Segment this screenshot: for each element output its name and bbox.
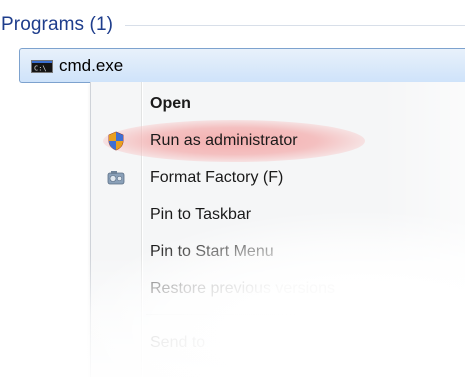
context-menu: Open Run as administrator Format Factory… bbox=[90, 82, 465, 377]
menu-item-send-to[interactable]: Send to bbox=[91, 325, 465, 362]
programs-section-header: Programs (1) bbox=[0, 12, 465, 38]
menu-item-label: Pin to Start Menu bbox=[150, 243, 274, 260]
menu-item-format-factory[interactable]: Format Factory (F) bbox=[91, 160, 465, 197]
menu-item-open[interactable]: Open bbox=[91, 86, 465, 123]
section-divider bbox=[125, 24, 465, 26]
cmd-console-icon: C:\ bbox=[31, 60, 53, 73]
svg-text:C:\: C:\ bbox=[34, 65, 47, 73]
menu-item-label: Restore previous versions bbox=[150, 280, 335, 297]
menu-item-label: Send to bbox=[150, 334, 206, 351]
menu-item-label: Open bbox=[150, 95, 191, 112]
menu-item-label: Pin to Taskbar bbox=[150, 206, 252, 223]
menu-separator bbox=[146, 314, 465, 315]
search-result-label: cmd.exe bbox=[59, 56, 124, 75]
start-menu-search-results: Programs (1) C:\ cmd.exe Open Run as adm… bbox=[0, 0, 465, 377]
format-factory-icon bbox=[106, 168, 126, 188]
menu-item-label: Format Factory (F) bbox=[150, 169, 284, 186]
menu-item-run-as-administrator[interactable]: Run as administrator bbox=[91, 120, 465, 162]
search-result-cmd[interactable]: C:\ cmd.exe bbox=[19, 48, 465, 83]
uac-shield-icon bbox=[106, 131, 126, 151]
menu-item-pin-to-start-menu[interactable]: Pin to Start Menu bbox=[91, 234, 465, 271]
menu-item-label: Run as administrator bbox=[150, 132, 298, 149]
menu-item-restore-previous-versions[interactable]: Restore previous versions bbox=[91, 271, 465, 308]
section-title: Programs (1) bbox=[1, 14, 114, 35]
menu-item-pin-to-taskbar[interactable]: Pin to Taskbar bbox=[91, 197, 465, 234]
